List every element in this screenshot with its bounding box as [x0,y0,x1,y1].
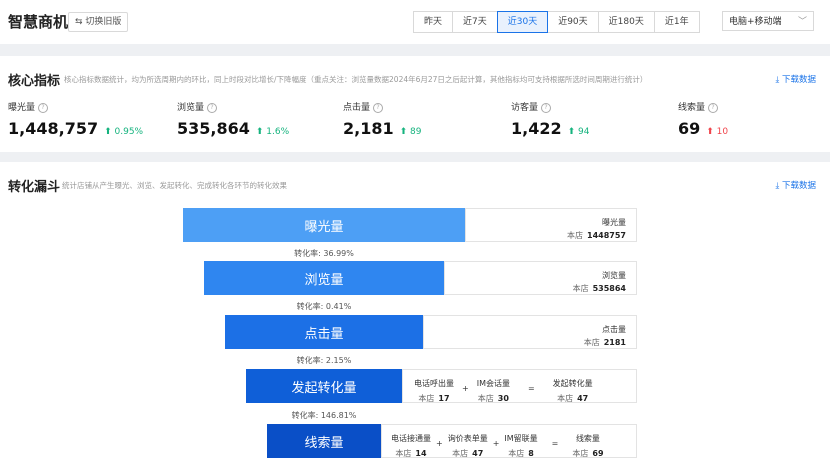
funnel-bar-leads[interactable]: 线索量 [267,424,381,458]
help-icon[interactable]: ? [38,103,49,113]
range-1year-button[interactable]: 近1年 [653,11,700,33]
core-metrics-card: 核心指标 核心指标数据统计，均为所选周期内的环比，同上时段对比增长/下降幅度（重… [0,56,830,152]
metric-clicks: 点击量? 2,181 ⬆ 89 [343,100,421,138]
core-download-button[interactable]: ⤓ 下载数据 [776,73,816,85]
metric-change: ⬆ 89 [399,127,422,137]
metric-label: 访客量 [511,103,539,113]
funnel-bar-views[interactable]: 浏览量 [204,261,444,295]
formula-item: 电话接通量 本店 14 [391,434,431,458]
formula-result: 发起转化量 本店 47 [552,379,593,403]
funnel-desc: 统计店铺从产生曝光、浏览、发起转化、完成转化各环节的转化效果 [62,181,287,190]
funnel-box-exposure: 曝光量 本店 1448757 [465,208,637,242]
metric-label: 点击量 [343,103,371,113]
top-bar: 智慧商机 ⇆ 切换旧版 昨天 近7天 近30天 近90天 近180天 近1年 电… [0,0,830,44]
metric-change: ⬆ 94 [567,127,590,137]
funnel-title: 转化漏斗 [8,180,61,195]
formula-result: 线索量 本店 69 [572,434,604,458]
range-7days-button[interactable]: 近7天 [452,11,498,33]
funnel-download-label: 下载数据 [781,181,816,191]
funnel-box-views: 浏览量 本店 535864 [444,261,637,295]
plus-sign: + [492,439,500,448]
metric-value: 2,181 [343,119,394,138]
core-metrics-title: 核心指标 [8,74,61,89]
metric-value: 1,422 [511,119,562,138]
equals-sign: = [527,384,535,393]
arrow-up-icon: ⬆ [104,127,115,137]
metric-leads: 线索量? 69 ⬆ 10 [678,100,728,138]
help-icon[interactable]: ? [708,103,719,113]
metric-value: 69 [678,119,701,138]
formula-item: 询价表单量 本店 47 [447,434,488,458]
conversion-rate-3: 转化率: 2.15% [296,356,352,365]
metric-change: ⬆ 0.95% [104,127,144,137]
box-label: 浏览量 [602,271,626,280]
metric-label: 线索量 [678,103,706,113]
device-select[interactable]: 电脑+移动端 ﹀ [722,11,814,31]
range-30days-button[interactable]: 近30天 [496,11,549,33]
core-download-label: 下载数据 [781,75,816,85]
box-value: 本店 1448757 [567,231,626,240]
metric-visitors: 访客量? 1,422 ⬆ 94 [511,100,589,138]
help-icon[interactable]: ? [207,103,218,113]
metric-value: 535,864 [177,119,250,138]
conversion-rate-4: 转化率: 146.81% [291,411,357,420]
help-icon[interactable]: ? [541,103,552,113]
plus-sign: + [436,439,443,448]
app-title: 智慧商机 [8,13,69,31]
lead-formula: 电话接通量 本店 14 + 询价表单量 本店 47 + IM留联量 本店 8 = 线索量 本店… [391,433,604,459]
range-90days-button[interactable]: 近90天 [547,11,599,33]
box-value: 本店 2181 [583,338,626,347]
funnel-box-clicks: 点击量 本店 2181 [423,315,637,349]
equals-sign: = [551,439,559,448]
formula-item: 电话呼出量 本店 17 [414,379,454,403]
formula-item: IM会话量 本店 30 [476,379,510,403]
funnel-bar-initiate[interactable]: 发起转化量 [246,369,402,403]
initiate-formula: 电话呼出量 本店 17 + IM会话量 本店 30 = 发起转化量 本店 47 [414,378,593,404]
funnel-bar-exposure[interactable]: 曝光量 [183,208,465,242]
formula-item: IM留联量 本店 8 [504,434,538,458]
metric-exposure: 曝光量? 1,448,757 ⬆ 0.95% [8,100,143,138]
conversion-rate-2: 转化率: 0.41% [296,302,352,311]
switch-old-version-button[interactable]: ⇆ 切换旧版 [68,12,129,32]
core-metrics-desc: 核心指标数据统计，均为所选周期内的环比，同上时段对比增长/下降幅度（重点关注：浏… [64,75,648,84]
metric-label: 浏览量 [177,103,205,113]
help-icon[interactable]: ? [373,103,384,113]
funnel-bar-clicks[interactable]: 点击量 [225,315,423,349]
arrow-up-icon: ⬆ [255,127,267,137]
plus-sign: + [462,384,469,393]
funnel-download-button[interactable]: ⤓ 下载数据 [776,179,816,191]
metric-change: ⬆ 1.6% [255,127,290,137]
conversion-rate-1: 转化率: 36.99% [294,249,354,258]
range-yesterday-button[interactable]: 昨天 [413,11,454,33]
funnel-card: 转化漏斗 统计店铺从产生曝光、浏览、发起转化、完成转化各环节的转化效果 ⤓ 下载… [0,162,830,474]
box-label: 曝光量 [602,218,626,227]
arrow-up-icon: ⬆ [706,127,717,137]
range-180days-button[interactable]: 近180天 [597,11,655,33]
metric-views: 浏览量? 535,864 ⬆ 1.6% [177,100,289,138]
metric-value: 1,448,757 [8,119,99,138]
device-select-value: 电脑+移动端 [729,17,782,27]
arrow-up-icon: ⬆ [399,127,411,137]
arrow-up-icon: ⬆ [567,127,579,137]
chevron-down-icon: ﹀ [797,17,807,27]
metric-label: 曝光量 [8,103,36,113]
box-label: 点击量 [602,325,626,334]
date-range-group: 昨天 近7天 近30天 近90天 近180天 近1年 [413,11,700,33]
metric-change: ⬆ 10 [706,127,729,137]
box-value: 本店 535864 [572,284,626,293]
